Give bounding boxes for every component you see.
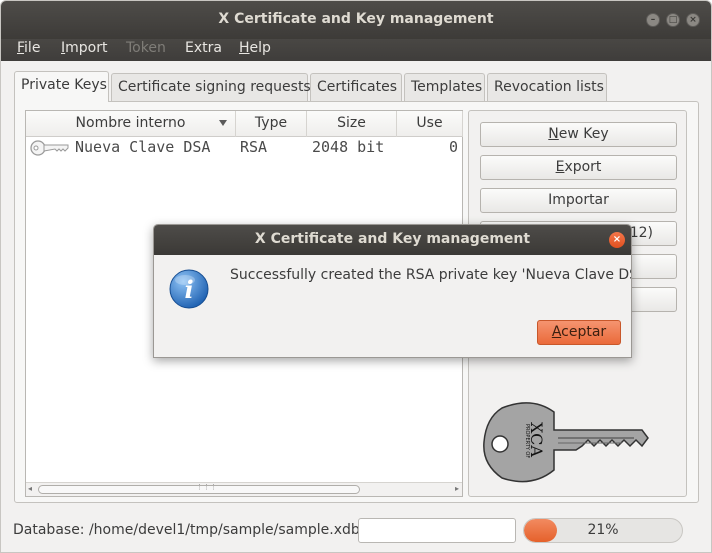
dialog-close-icon[interactable]: × [609, 232, 625, 248]
tab-private-keys[interactable]: Private Keys [14, 71, 109, 102]
info-dialog: X Certificate and Key management × i Suc… [153, 224, 632, 358]
accept-rest: ceptar [561, 324, 607, 340]
svg-text:i: i [184, 275, 193, 304]
dialog-title[interactable]: X Certificate and Key management [154, 225, 631, 255]
accept-button[interactable]: Aceptar [537, 320, 621, 345]
info-icon: i [168, 268, 212, 316]
dialog-message: Successfully created the RSA private key… [230, 267, 632, 283]
